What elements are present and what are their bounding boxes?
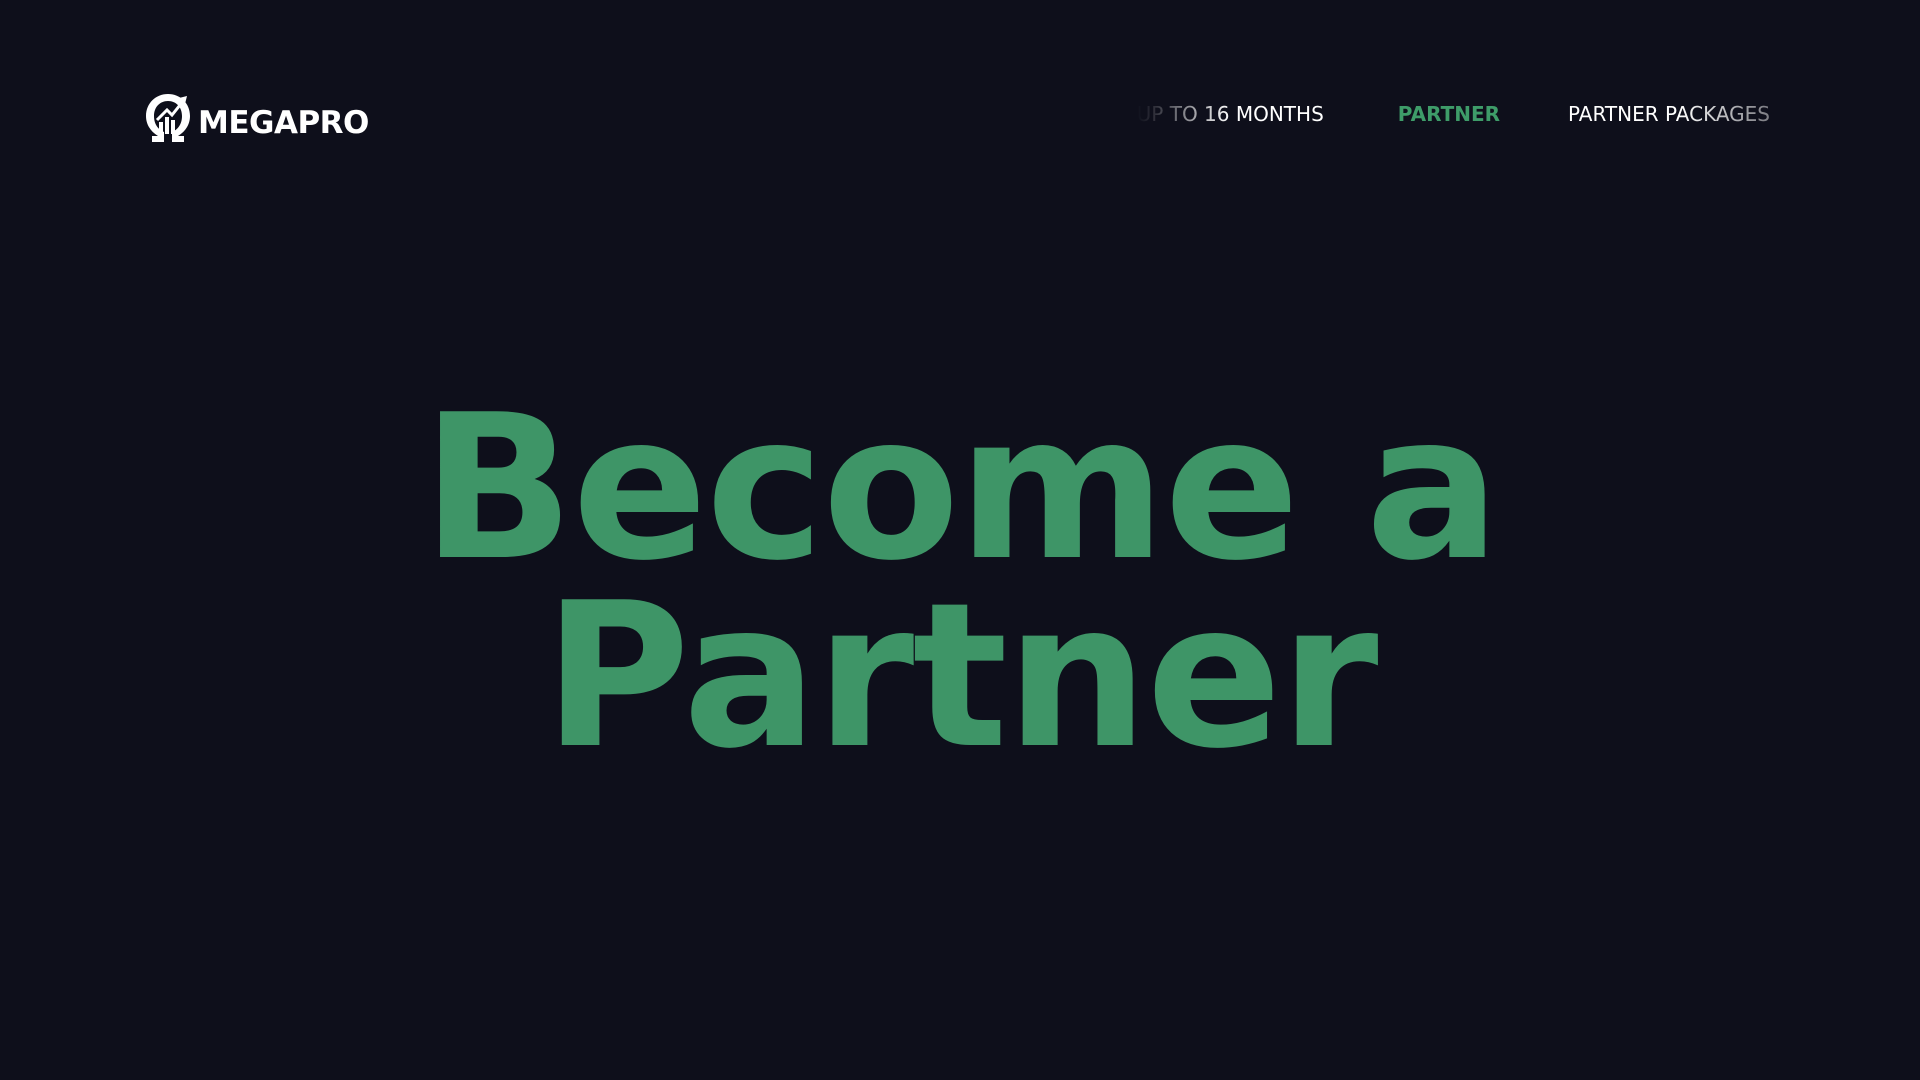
page: MEGAPRO UP TO 16 MONTHS PARTNER PARTNER … [0, 0, 1920, 1080]
main-nav: UP TO 16 MONTHS PARTNER PARTNER PACKAGES [1137, 104, 1770, 124]
hero-heading-line-2: Partner [543, 560, 1378, 793]
logo-text: MEGAPRO [198, 105, 369, 141]
hero-heading-line-1: Become a [421, 372, 1501, 605]
hero-heading: Become a Partner [0, 372, 1920, 793]
omegapro-logo[interactable]: MEGAPRO [140, 86, 369, 146]
nav-item-up-to-16-months[interactable]: UP TO 16 MONTHS [1137, 104, 1324, 124]
omega-chart-logo-icon [146, 94, 190, 142]
nav-item-partner[interactable]: PARTNER [1398, 104, 1500, 124]
nav-item-partner-packages[interactable]: PARTNER PACKAGES [1568, 104, 1770, 124]
